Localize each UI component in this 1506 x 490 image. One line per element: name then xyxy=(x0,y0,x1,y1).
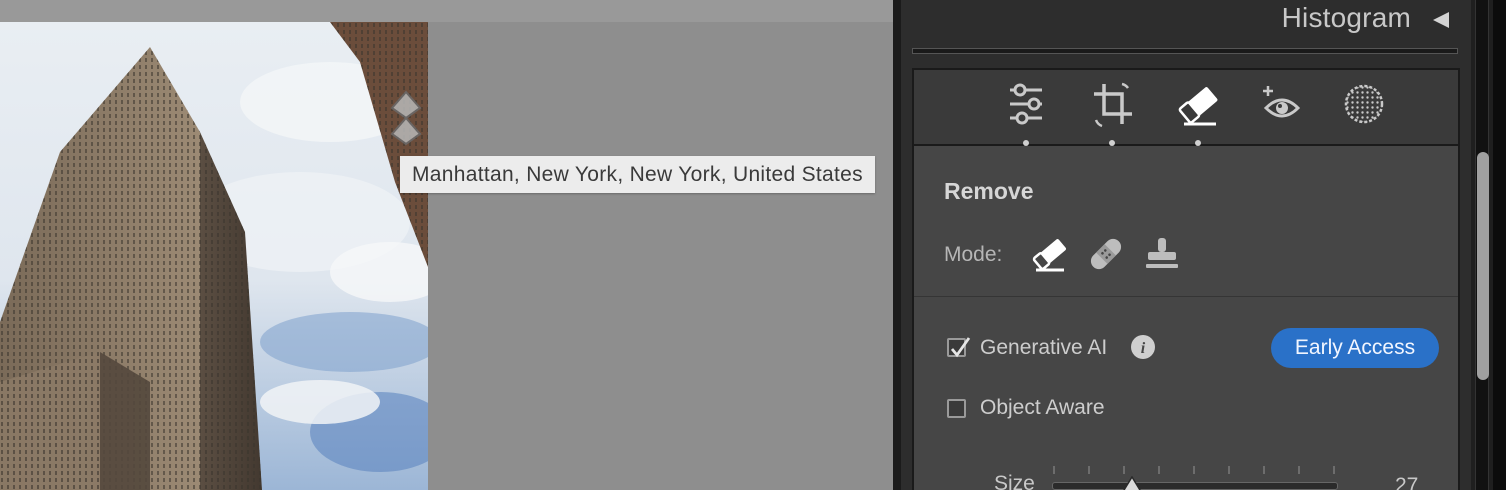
early-access-button[interactable]: Early Access xyxy=(1271,328,1439,368)
generative-ai-label[interactable]: Generative AI xyxy=(980,336,1107,360)
tool-remove[interactable] xyxy=(1174,80,1222,146)
histogram-header[interactable]: Histogram xyxy=(901,0,1471,46)
scroll-thumb[interactable] xyxy=(1477,152,1489,380)
info-icon[interactable]: i xyxy=(1131,335,1155,359)
generative-ai-checkbox[interactable] xyxy=(947,337,971,358)
panel-divider[interactable] xyxy=(893,0,901,490)
remove-section: Remove Mode: Generative AI i Early Acces… xyxy=(912,146,1460,490)
scroll-gutter xyxy=(1493,0,1506,490)
tool-crop[interactable] xyxy=(1088,80,1136,146)
masking-icon xyxy=(1344,84,1384,124)
tool-edit[interactable] xyxy=(1002,80,1050,146)
checkmark-icon xyxy=(950,337,971,358)
slider-ticks xyxy=(1053,466,1335,474)
red-eye-icon xyxy=(1263,86,1301,118)
mode-clone-button[interactable] xyxy=(1142,234,1182,274)
mode-remove-button[interactable] xyxy=(1030,234,1070,274)
mode-heal-button[interactable] xyxy=(1086,234,1126,274)
lightroom-window: Manhattan, New York, New York, United St… xyxy=(0,0,1506,490)
section-separator xyxy=(914,296,1458,297)
size-value[interactable]: 27 xyxy=(1395,474,1418,490)
size-slider-track[interactable] xyxy=(1052,482,1338,490)
develop-panel: Histogram Remove Mode: Generative AI i E… xyxy=(901,0,1471,490)
histogram-area xyxy=(912,48,1458,54)
mode-label: Mode: xyxy=(944,243,1003,266)
histogram-title: Histogram xyxy=(1281,2,1411,33)
svg-text:i: i xyxy=(1141,340,1146,357)
tool-red-eye[interactable] xyxy=(1258,80,1306,132)
heal-bandage-icon xyxy=(1090,238,1122,270)
panel-scrollbar[interactable] xyxy=(1471,0,1506,490)
gps-marker-icon[interactable] xyxy=(388,88,424,154)
object-aware-label[interactable]: Object Aware xyxy=(980,396,1105,420)
crop-icon xyxy=(1094,82,1132,128)
remove-eraser-icon xyxy=(1032,239,1066,272)
tool-masking[interactable] xyxy=(1340,80,1388,132)
eraser-icon xyxy=(1178,87,1218,126)
object-aware-checkbox[interactable] xyxy=(947,399,966,418)
location-tooltip: Manhattan, New York, New York, United St… xyxy=(400,156,875,193)
section-title: Remove xyxy=(944,178,1034,204)
collapse-triangle-icon[interactable] xyxy=(1431,10,1451,30)
size-label: Size xyxy=(994,472,1035,490)
canvas-top-strip xyxy=(0,0,896,22)
photo-canvas[interactable]: Manhattan, New York, New York, United St… xyxy=(0,0,896,490)
edit-sliders-icon xyxy=(1010,83,1042,125)
tool-strip xyxy=(912,68,1460,146)
clone-stamp-icon xyxy=(1146,238,1178,268)
size-slider-thumb[interactable] xyxy=(1120,476,1144,490)
photo-preview[interactable] xyxy=(0,22,428,490)
